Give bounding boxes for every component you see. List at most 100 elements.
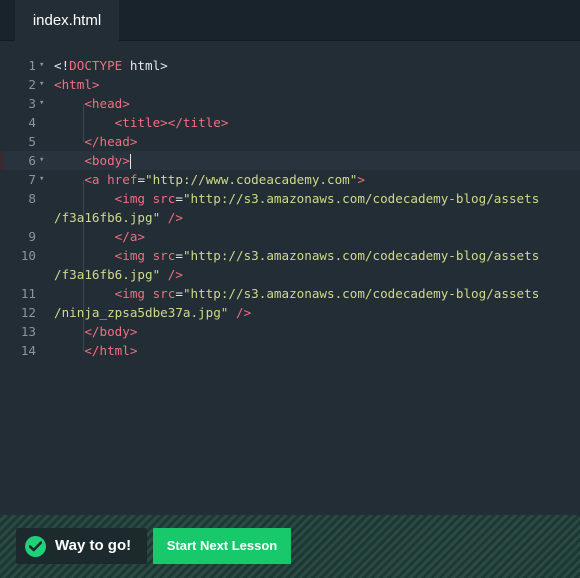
line-number: 3 [28,96,36,111]
code-line[interactable]: 7 ▾ <a href="http://www.codeacademy.com"> [0,170,580,189]
code-text: <img src="http://s3.amazonaws.com/codeca… [54,246,540,265]
code-token: <img [114,286,153,301]
code-text: <a href="http://www.codeacademy.com"> [54,170,365,189]
line-number: 13 [20,324,36,339]
text-cursor [129,154,131,169]
code-token: </body> [84,324,138,339]
code-token: src [152,248,176,263]
code-line[interactable]: 4 <title></title> [0,113,580,132]
code-token: /> [167,267,183,282]
code-text: /ninja_zpsa5dbe37a.jpg" /> [54,303,251,322]
code-text: <title></title> [54,113,229,132]
code-line[interactable]: 6 ▾ <body> [0,151,580,170]
line-number: 7 [28,172,36,187]
code-token: <html> [54,77,100,92]
code-token: "http://s3.amazonaws.com/codecademy-blog… [182,286,540,301]
code-line[interactable]: 2 ▾ <html> [0,75,580,94]
code-line[interactable]: 5 </head> [0,132,580,151]
code-token: <a [84,172,108,187]
code-text: </a> [54,227,145,246]
code-token: > [357,172,365,187]
code-token: </html> [84,343,138,358]
line-number: 6 [28,153,36,168]
code-token: </head> [84,134,138,149]
line-number: 9 [28,229,36,244]
tab-bar: index.html [0,0,580,41]
code-line[interactable]: 9 </a> [0,227,580,246]
code-text: <body> [54,151,131,170]
code-text: <!DOCTYPE html> [54,56,168,75]
success-text: Way to go! [55,537,132,554]
code-token: <img [114,248,153,263]
code-line[interactable]: /f3a16fb6.jpg" /> [0,265,580,284]
code-token: /f3a16fb6.jpg" [54,267,161,282]
code-token: "http://s3.amazonaws.com/codecademy-blog… [182,191,540,206]
code-token: </a> [114,229,146,244]
fold-arrow-icon[interactable]: ▾ [39,170,44,189]
check-circle-icon [25,536,46,557]
code-line[interactable]: 8 <img src="http://s3.amazonaws.com/code… [0,189,580,208]
code-token: "http://www.codeacademy.com" [145,172,358,187]
code-text: <img src="http://s3.amazonaws.com/codeca… [54,189,540,208]
code-token: DOCTYPE [69,58,123,73]
code-line[interactable]: 3 ▾ <head> [0,94,580,113]
code-token: <head> [84,96,130,111]
fold-arrow-icon[interactable]: ▾ [39,151,44,170]
code-token: /> [167,210,183,225]
code-line[interactable]: 1 ▾ <!DOCTYPE html> [0,56,580,75]
code-line[interactable]: /f3a16fb6.jpg" /> [0,208,580,227]
code-token: "http://s3.amazonaws.com/codecademy-blog… [182,248,540,263]
line-number: 4 [28,115,36,130]
line-number: 2 [28,77,36,92]
success-message: Way to go! [16,528,147,564]
code-line[interactable]: 11 <img src="http://s3.amazonaws.com/cod… [0,284,580,303]
code-text: /f3a16fb6.jpg" /> [54,208,183,227]
start-next-lesson-button[interactable]: Start Next Lesson [153,528,291,564]
code-text: </body> [54,322,137,341]
code-text: <html> [54,75,100,94]
fold-arrow-icon[interactable]: ▾ [39,56,44,75]
fold-arrow-icon[interactable]: ▾ [39,94,44,113]
code-token: /f3a16fb6.jpg" [54,210,161,225]
tab-index-html[interactable]: index.html [15,0,119,41]
line-number: 1 [28,58,36,73]
code-line[interactable]: 14 </html> [0,341,580,360]
line-number: 10 [20,248,36,263]
code-token: <title></title> [114,115,229,130]
fold-arrow-icon[interactable]: ▾ [39,75,44,94]
code-text: </html> [54,341,137,360]
lesson-footer: Way to go! Start Next Lesson [0,515,580,578]
code-token: = [137,172,146,187]
code-token: src [152,191,176,206]
code-line[interactable]: 13 </body> [0,322,580,341]
line-number: 14 [20,343,36,358]
code-line[interactable]: 10 <img src="http://s3.amazonaws.com/cod… [0,246,580,265]
code-text: <head> [54,94,130,113]
code-token: = [175,286,183,301]
code-token: html> [122,58,168,73]
code-text: </head> [54,132,137,151]
line-number: 5 [28,134,36,149]
code-token: <img [114,191,153,206]
code-token: /> [235,305,252,320]
code-editor[interactable]: 1 ▾ <!DOCTYPE html> 2 ▾ <html> 3 ▾ <head> 4 <tit… [0,41,580,515]
code-line[interactable]: 12/ninja_zpsa5dbe37a.jpg" /> [0,303,580,322]
code-token: href [107,172,138,187]
code-token: = [175,191,183,206]
code-token: src [152,286,176,301]
line-number: 11 [20,286,36,301]
